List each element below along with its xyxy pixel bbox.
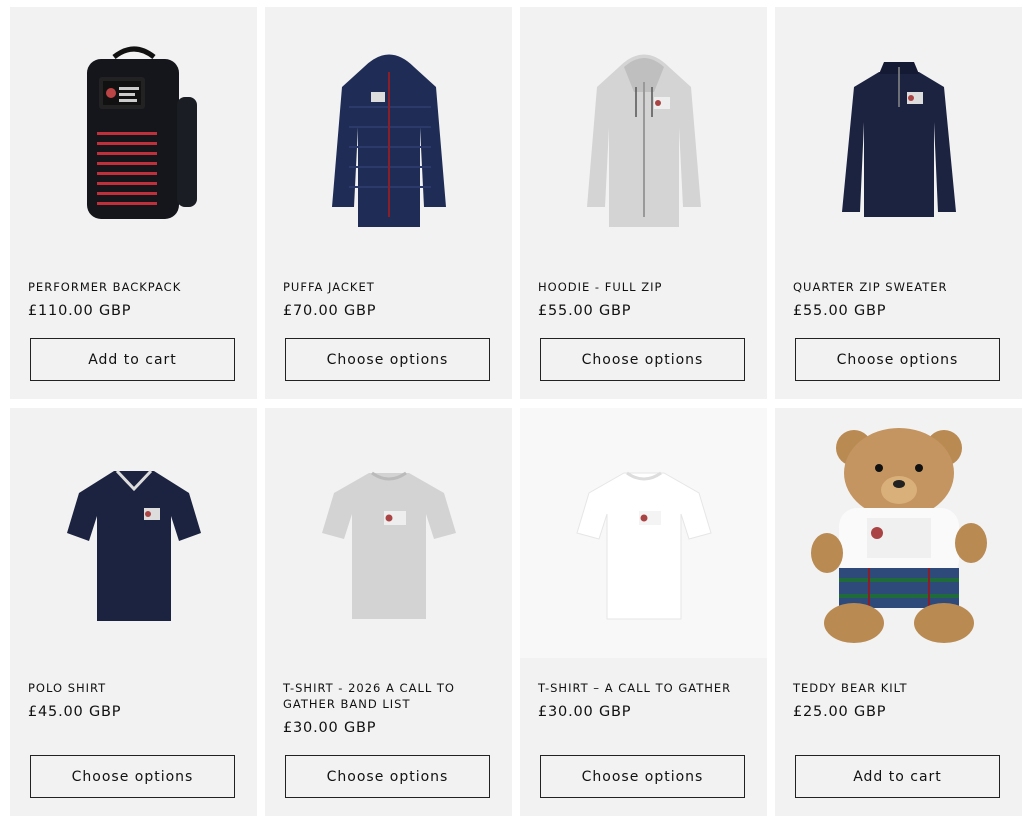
teddy-bear-image[interactable] [775, 408, 1022, 658]
product-grid: PERFORMER BACKPACK £110.00 GBP Add to ca… [0, 0, 1024, 820]
product-card[interactable]: PERFORMER BACKPACK £110.00 GBP Add to ca… [10, 7, 257, 399]
product-price: £30.00 GBP [283, 720, 377, 736]
product-card[interactable]: HOODIE - FULL ZIP £55.00 GBP Choose opti… [520, 7, 767, 399]
choose-options-button[interactable]: Choose options [540, 755, 745, 798]
polo-shirt-image[interactable] [10, 408, 257, 658]
product-title[interactable]: TEDDY BEAR KILT [793, 680, 1004, 696]
product-price: £70.00 GBP [283, 303, 377, 319]
product-card[interactable]: T-SHIRT - 2026 A CALL TO GATHER BAND LIS… [265, 408, 512, 816]
add-to-cart-button[interactable]: Add to cart [30, 338, 235, 381]
choose-options-button[interactable]: Choose options [795, 338, 1000, 381]
product-card[interactable]: QUARTER ZIP SWEATER £55.00 GBP Choose op… [775, 7, 1022, 399]
product-title[interactable]: HOODIE - FULL ZIP [538, 279, 749, 295]
add-to-cart-button[interactable]: Add to cart [795, 755, 1000, 798]
choose-options-button[interactable]: Choose options [540, 338, 745, 381]
choose-options-button[interactable]: Choose options [285, 755, 490, 798]
product-card[interactable]: TEDDY BEAR KILT £25.00 GBP Add to cart [775, 408, 1022, 816]
puffa-jacket-image[interactable] [265, 7, 512, 257]
product-title[interactable]: POLO SHIRT [28, 680, 239, 696]
product-title[interactable]: PERFORMER BACKPACK [28, 279, 239, 295]
product-price: £30.00 GBP [538, 704, 632, 720]
product-title[interactable]: T-SHIRT - 2026 A CALL TO GATHER BAND LIS… [283, 680, 494, 712]
product-price: £45.00 GBP [28, 704, 122, 720]
choose-options-button[interactable]: Choose options [30, 755, 235, 798]
product-price: £25.00 GBP [793, 704, 887, 720]
product-card[interactable]: T-SHIRT – A CALL TO GATHER £30.00 GBP Ch… [520, 408, 767, 816]
product-price: £55.00 GBP [793, 303, 887, 319]
quarter-zip-image[interactable] [775, 7, 1022, 257]
product-card[interactable]: POLO SHIRT £45.00 GBP Choose options [10, 408, 257, 816]
product-title[interactable]: QUARTER ZIP SWEATER [793, 279, 1004, 295]
product-price: £110.00 GBP [28, 303, 132, 319]
white-tshirt-image[interactable] [520, 408, 767, 658]
choose-options-button[interactable]: Choose options [285, 338, 490, 381]
product-card[interactable]: PUFFA JACKET £70.00 GBP Choose options [265, 7, 512, 399]
product-title[interactable]: T-SHIRT – A CALL TO GATHER [538, 680, 749, 696]
product-title[interactable]: PUFFA JACKET [283, 279, 494, 295]
hoodie-image[interactable] [520, 7, 767, 257]
product-price: £55.00 GBP [538, 303, 632, 319]
grey-tshirt-image[interactable] [265, 408, 512, 658]
backpack-image[interactable] [10, 7, 257, 257]
